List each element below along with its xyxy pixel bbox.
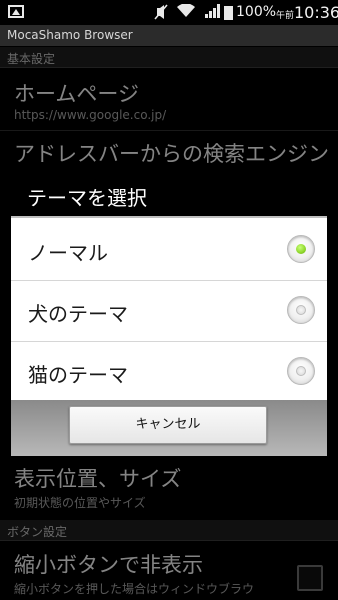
wifi-icon: [177, 3, 195, 22]
radio-dot-icon: [296, 305, 306, 315]
option-label: 犬のテーマ: [28, 302, 128, 326]
cancel-button[interactable]: キャンセル: [69, 406, 267, 444]
app-title-bar: MocaShamo Browser: [0, 25, 338, 46]
mute-icon: [154, 4, 168, 24]
radio-button[interactable]: [287, 357, 315, 385]
image-notification-icon: [8, 5, 24, 18]
signal-icon: [205, 4, 221, 22]
theme-option-dog[interactable]: 犬のテーマ: [11, 281, 327, 341]
theme-select-dialog: テーマを選択 ノーマル 犬のテーマ 猫のテーマ キャンセル: [11, 170, 327, 456]
clock-time: 10:36: [294, 3, 338, 22]
option-label: 猫のテーマ: [28, 363, 128, 387]
option-label: ノーマル: [28, 241, 108, 265]
battery-icon: [224, 6, 233, 20]
radio-dot-icon: [296, 244, 306, 254]
theme-option-cat[interactable]: 猫のテーマ: [11, 342, 327, 402]
dialog-title-divider: [11, 216, 327, 218]
battery-percent: 100%: [236, 4, 277, 20]
app-title: MocaShamo Browser: [7, 28, 133, 42]
ampm-label: 午前: [276, 11, 295, 21]
dialog-title: テーマを選択: [27, 186, 147, 210]
theme-option-normal[interactable]: ノーマル: [11, 220, 327, 280]
radio-button[interactable]: [287, 296, 315, 324]
radio-dot-icon: [296, 366, 306, 376]
radio-button-selected[interactable]: [287, 235, 315, 263]
status-bar: 100% 午前 10:36: [0, 0, 338, 25]
